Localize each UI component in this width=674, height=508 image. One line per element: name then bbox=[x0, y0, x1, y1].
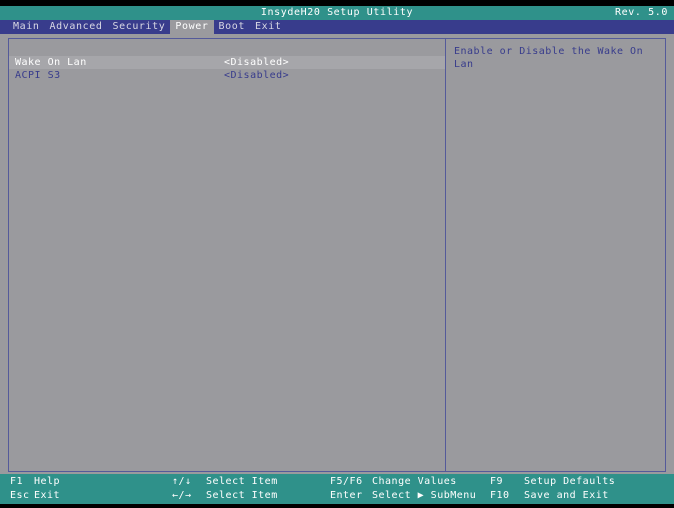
footer-key-desc: Change Values bbox=[372, 476, 457, 487]
setting-label: ACPI S3 bbox=[15, 70, 61, 81]
footer-key-label: F10 bbox=[490, 490, 510, 501]
help-pane: Enable or Disable the Wake On Lan bbox=[446, 39, 665, 71]
setting-label: Wake On Lan bbox=[15, 57, 87, 68]
settings-list: Wake On Lan <Disabled> ACPI S3 <Disabled… bbox=[9, 39, 445, 82]
footer-key-label: Enter bbox=[330, 490, 363, 501]
footer-key-label: F9 bbox=[490, 476, 504, 487]
menu-item-power[interactable]: Power bbox=[170, 20, 214, 34]
setting-row-acpi-s3[interactable]: ACPI S3 <Disabled> bbox=[9, 69, 445, 82]
menu-item-security[interactable]: Security bbox=[107, 20, 170, 34]
setting-value[interactable]: <Disabled> bbox=[224, 56, 289, 69]
footer-key-esc[interactable]: Esc Exit bbox=[10, 489, 60, 503]
footer-key-desc: Select ▶ SubMenu bbox=[372, 490, 477, 501]
footer-key-desc: Select Item bbox=[206, 476, 278, 487]
footer-key-desc: Exit bbox=[34, 490, 61, 501]
help-text: Enable or Disable the Wake On Lan bbox=[454, 46, 644, 70]
content-frame: Wake On Lan <Disabled> ACPI S3 <Disabled… bbox=[8, 38, 666, 472]
footer-key-label: ←/→ bbox=[172, 490, 192, 501]
setting-value[interactable]: <Disabled> bbox=[224, 69, 289, 82]
menu-item-boot[interactable]: Boot bbox=[214, 20, 250, 34]
footer-row-bottom: Esc Exit ←/→ Select Item Enter Select ▶ Sub… bbox=[0, 489, 674, 503]
footer-key-desc: Save and Exit bbox=[524, 490, 609, 501]
footer-key-desc: Select Item bbox=[206, 490, 278, 501]
footer-row-top: F1 Help ↑/↓ Select Item F5/F6 Change Values… bbox=[0, 475, 674, 489]
footer-key-desc: Help bbox=[34, 476, 61, 487]
footer-key-f1[interactable]: F1 Help bbox=[10, 475, 60, 489]
footer-key-label: Esc bbox=[10, 490, 30, 501]
footer-key-enter[interactable]: Enter Select ▶ SubMenu bbox=[330, 489, 476, 503]
footer-key-desc: Setup Defaults bbox=[524, 476, 616, 487]
footer-key-legend: F1 Help ↑/↓ Select Item F5/F6 Change Values… bbox=[0, 474, 674, 504]
footer-key-label: F1 bbox=[10, 476, 24, 487]
footer-key-f5-f6[interactable]: F5/F6 Change Values bbox=[330, 475, 457, 489]
footer-key-label: F5/F6 bbox=[330, 476, 363, 487]
menu-item-main[interactable]: Main bbox=[8, 20, 44, 34]
menu-item-exit[interactable]: Exit bbox=[250, 20, 286, 34]
footer-key-label: ↑/↓ bbox=[172, 476, 192, 487]
menu-item-advanced[interactable]: Advanced bbox=[44, 20, 107, 34]
footer-key-f9[interactable]: F9 Setup Defaults bbox=[490, 475, 615, 489]
footer-key-f10[interactable]: F10 Save and Exit bbox=[490, 489, 609, 503]
bottom-black-strip bbox=[0, 504, 674, 508]
revision-label: Rev. 5.0 bbox=[615, 7, 668, 18]
title-bar: InsydeH20 Setup Utility Rev. 5.0 bbox=[0, 6, 674, 20]
footer-key-left-right[interactable]: ←/→ Select Item bbox=[172, 489, 278, 503]
footer-key-up-down[interactable]: ↑/↓ Select Item bbox=[172, 475, 278, 489]
setting-row-wake-on-lan[interactable]: Wake On Lan <Disabled> bbox=[9, 56, 445, 69]
pane-divider bbox=[445, 39, 446, 471]
bios-setup-screen: InsydeH20 Setup Utility Rev. 5.0 Main Adv… bbox=[0, 0, 674, 508]
app-title: InsydeH20 Setup Utility bbox=[260, 7, 414, 18]
menu-bar: Main Advanced Security Power Boot Exit bbox=[0, 20, 674, 34]
